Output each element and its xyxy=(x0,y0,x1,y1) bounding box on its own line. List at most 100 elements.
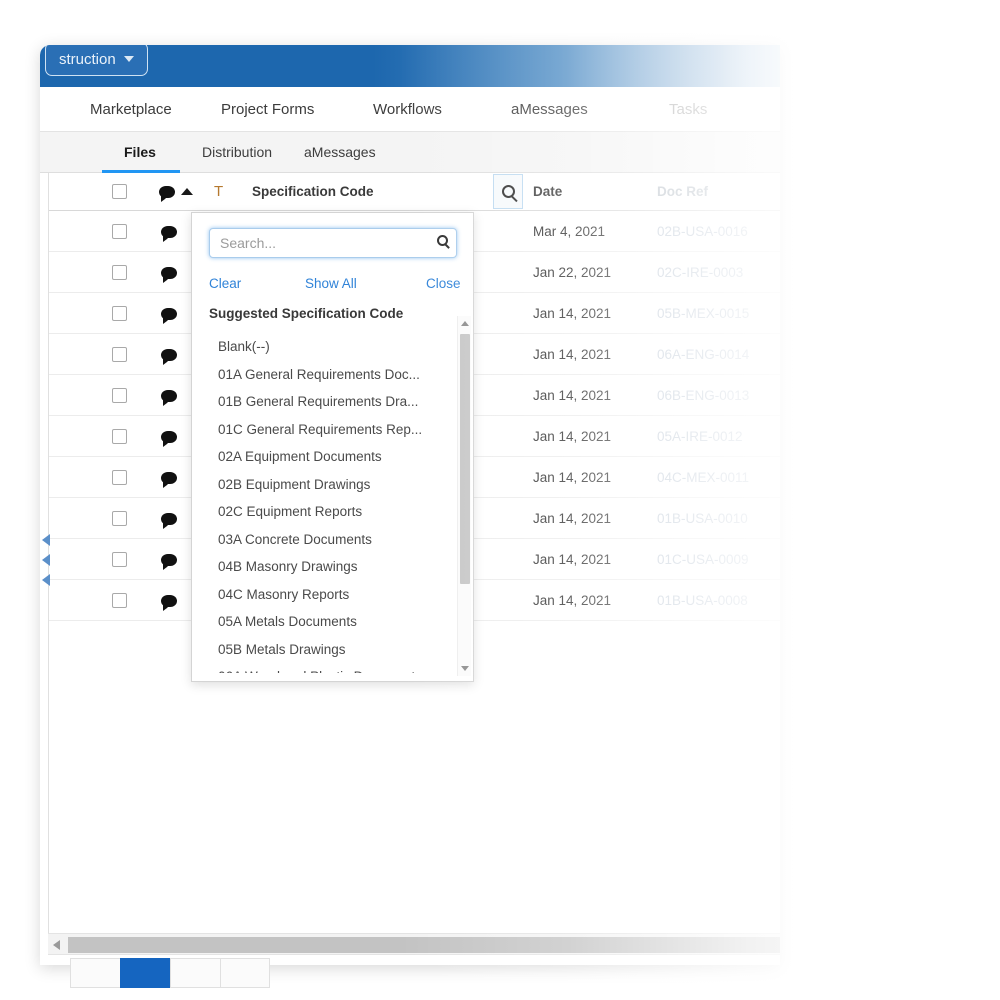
pagination-item-last[interactable] xyxy=(220,958,270,988)
filter-option[interactable]: 02C Equipment Reports xyxy=(209,498,455,526)
row-comment-cell[interactable] xyxy=(161,293,177,334)
row-date-cell: Jan 14, 2021 xyxy=(533,347,612,362)
row-date-cell: Jan 14, 2021 xyxy=(533,593,612,608)
row-comment-cell[interactable] xyxy=(161,375,177,416)
filter-option[interactable]: Blank(--) xyxy=(209,333,455,361)
primary-nav-item[interactable]: Marketplace xyxy=(90,101,172,118)
row-select-checkbox[interactable] xyxy=(112,211,127,252)
filter-link-clear[interactable]: Clear xyxy=(209,276,241,291)
comment-icon xyxy=(161,389,177,406)
primary-nav-item[interactable]: Tasks xyxy=(669,101,707,118)
panel-collapse-handle-top[interactable] xyxy=(42,534,50,546)
primary-nav-item[interactable]: Project Forms xyxy=(221,101,314,118)
row-comment-cell[interactable] xyxy=(161,539,177,580)
select-all-checkbox[interactable] xyxy=(112,184,127,199)
row-select-checkbox[interactable] xyxy=(112,580,127,621)
scroll-up-arrow-icon[interactable] xyxy=(461,321,469,326)
checkbox-box xyxy=(112,306,127,321)
row-comment-cell[interactable] xyxy=(161,580,177,621)
row-select-checkbox[interactable] xyxy=(112,457,127,498)
row-select-checkbox[interactable] xyxy=(112,334,127,375)
doc-ref-column-label: Doc Ref xyxy=(657,184,709,199)
search-icon[interactable] xyxy=(437,235,448,246)
pagination-bar[interactable] xyxy=(70,958,270,988)
row-doc-ref-cell[interactable]: 01B-USA-0008 xyxy=(657,580,748,621)
filter-option[interactable]: 02A Equipment Documents xyxy=(209,443,455,471)
pagination-item-current[interactable] xyxy=(120,958,170,988)
row-select-checkbox[interactable] xyxy=(112,252,127,293)
row-doc-ref-cell[interactable]: 06A-ENG-0014 xyxy=(657,334,749,375)
filter-option-list[interactable]: Blank(--) 01A General Requirements Doc...… xyxy=(209,333,455,673)
checkbox-box xyxy=(112,470,127,485)
filter-option[interactable]: 04B Masonry Drawings xyxy=(209,553,455,581)
panel-collapse-handle-middle[interactable] xyxy=(42,554,50,566)
sub-nav-tab[interactable]: aMessages xyxy=(304,144,376,160)
row-comment-cell[interactable] xyxy=(161,334,177,375)
spec-code-filter-button[interactable] xyxy=(493,174,523,209)
row-select-checkbox[interactable] xyxy=(112,293,127,334)
row-date-cell: Jan 14, 2021 xyxy=(533,552,612,567)
project-selector-button[interactable]: struction xyxy=(45,45,148,76)
row-doc-ref-cell[interactable]: 01C-USA-0009 xyxy=(657,539,749,580)
row-date-cell: Jan 14, 2021 xyxy=(533,470,612,485)
row-select-checkbox[interactable] xyxy=(112,375,127,416)
row-date-cell: Jan 14, 2021 xyxy=(533,388,612,403)
filter-option[interactable]: 05B Metals Drawings xyxy=(209,636,455,664)
filter-option[interactable]: 01C General Requirements Rep... xyxy=(209,416,455,444)
primary-nav-item[interactable]: Workflows xyxy=(373,101,442,118)
row-doc-ref-cell[interactable]: 01B-USA-0010 xyxy=(657,498,748,539)
row-comment-cell[interactable] xyxy=(161,416,177,457)
filter-option[interactable]: 02B Equipment Drawings xyxy=(209,471,455,499)
date-column-label: Date xyxy=(533,184,563,199)
row-doc-ref-cell[interactable]: 02C-IRE-0003 xyxy=(657,252,743,293)
filter-search-input[interactable] xyxy=(209,228,457,258)
filter-option[interactable]: 03A Concrete Documents xyxy=(209,526,455,554)
row-comment-cell[interactable] xyxy=(161,498,177,539)
row-doc-ref-cell[interactable]: 05B-MEX-0015 xyxy=(657,293,749,334)
row-comment-cell[interactable] xyxy=(161,211,177,252)
filter-option[interactable]: 06A Wood and Plastic Documents xyxy=(209,663,455,673)
suggested-list-label: Suggested Specification Code xyxy=(209,306,404,321)
row-doc-ref-cell[interactable]: 06B-ENG-0013 xyxy=(657,375,749,416)
comment-icon xyxy=(161,266,177,283)
row-doc-ref-cell[interactable]: 05A-IRE-0012 xyxy=(657,416,743,457)
scroll-down-arrow-icon[interactable] xyxy=(461,666,469,671)
doc-ref-column-header[interactable]: Doc Ref xyxy=(657,184,708,199)
pagination-item-next[interactable] xyxy=(170,958,220,988)
filter-link-close[interactable]: Close xyxy=(426,276,461,291)
pagination-item-prev[interactable] xyxy=(70,958,120,988)
filter-link-show-all[interactable]: Show All xyxy=(305,276,357,291)
checkbox-box xyxy=(112,265,127,280)
search-icon xyxy=(501,185,515,198)
filter-option[interactable]: 01B General Requirements Dra... xyxy=(209,388,455,416)
horizontal-scrollbar[interactable] xyxy=(48,933,780,955)
horizontal-scroll-thumb[interactable] xyxy=(68,937,780,953)
row-select-checkbox[interactable] xyxy=(112,539,127,580)
row-select-checkbox[interactable] xyxy=(112,416,127,457)
filter-list-scrollbar[interactable] xyxy=(457,316,471,676)
comment-column-header[interactable] xyxy=(159,185,193,202)
sort-ascending-icon xyxy=(181,188,193,195)
filter-option[interactable]: 04C Masonry Reports xyxy=(209,581,455,609)
filter-option[interactable]: 01A General Requirements Doc... xyxy=(209,361,455,389)
panel-collapse-handle-bottom[interactable] xyxy=(42,574,50,586)
row-select-checkbox[interactable] xyxy=(112,498,127,539)
row-comment-cell[interactable] xyxy=(161,252,177,293)
row-date-cell: Mar 4, 2021 xyxy=(533,224,606,239)
caret-down-icon xyxy=(123,56,134,62)
comment-icon xyxy=(161,553,177,570)
date-column-header[interactable]: Date xyxy=(533,184,562,199)
filter-option[interactable]: 05A Metals Documents xyxy=(209,608,455,636)
vertical-scroll-thumb[interactable] xyxy=(460,334,470,584)
row-doc-ref-cell[interactable]: 02B-USA-0016 xyxy=(657,211,748,252)
spec-code-column-header[interactable]: Specification Code xyxy=(252,184,374,199)
type-column-label: T xyxy=(214,183,224,200)
row-comment-cell[interactable] xyxy=(161,457,177,498)
row-doc-ref-cell[interactable]: 04C-MEX-0011 xyxy=(657,457,749,498)
checkbox-box xyxy=(112,388,127,403)
sub-nav-tab[interactable]: Files xyxy=(124,144,156,160)
primary-nav-item[interactable]: aMessages xyxy=(511,101,588,118)
scroll-left-arrow-icon[interactable] xyxy=(53,940,60,950)
sub-nav-tab[interactable]: Distribution xyxy=(202,144,272,160)
type-column-header[interactable]: T xyxy=(214,183,223,200)
